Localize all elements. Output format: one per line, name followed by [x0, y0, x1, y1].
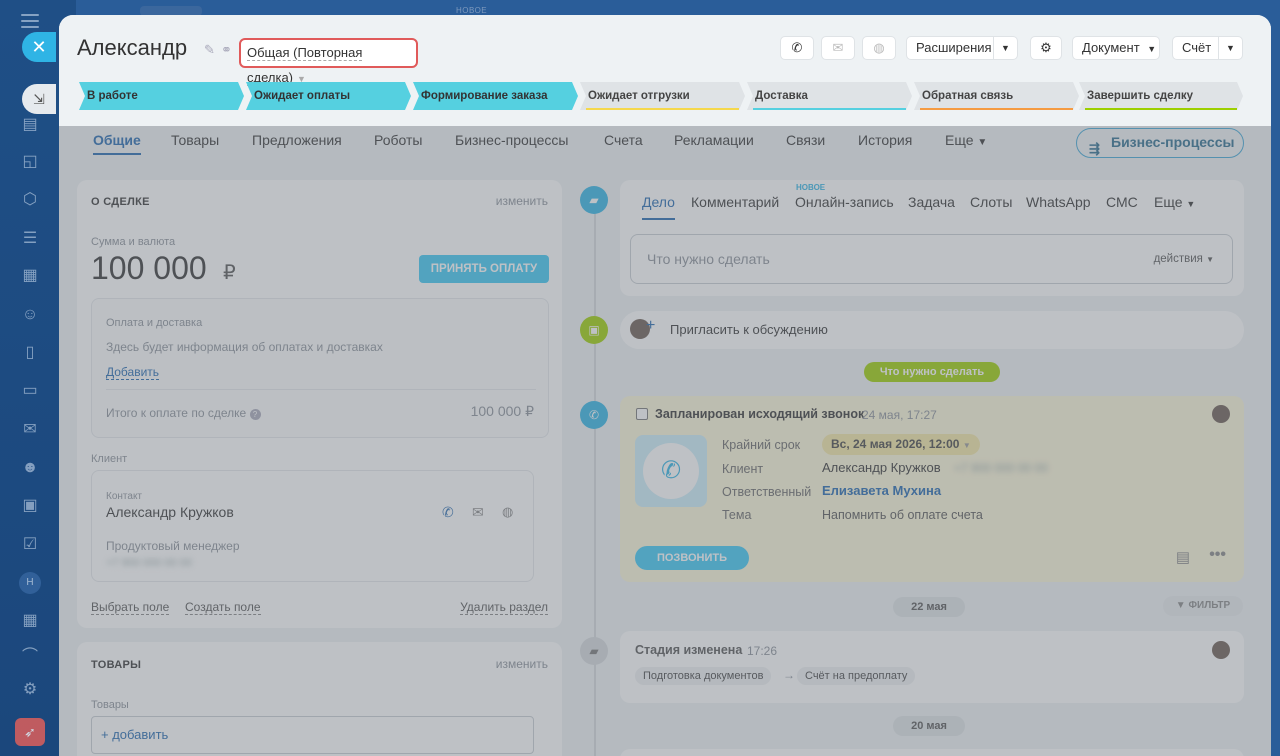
- extensions-button[interactable]: Расширения ▼: [906, 36, 1018, 60]
- stage-label: Доставка: [755, 90, 808, 102]
- mail-icon: ✉: [832, 40, 844, 55]
- gear-icon[interactable]: ⚙: [20, 680, 40, 700]
- chevron-down-icon[interactable]: ▼: [993, 37, 1017, 59]
- stage-label: Ожидает отгрузки: [588, 90, 690, 102]
- stage-color-bar: [1085, 108, 1237, 110]
- chevron-down-icon: ▼: [1147, 44, 1157, 54]
- stage-order-forming[interactable]: Формирование заказа: [413, 82, 578, 110]
- minimize-slider-button[interactable]: ⇲: [22, 84, 56, 114]
- avatar[interactable]: Н: [19, 572, 41, 594]
- phone-icon: ✆: [791, 40, 803, 55]
- stage-color-bar: [920, 108, 1073, 110]
- close-icon: ✕: [31, 37, 47, 57]
- collapse-icon[interactable]: ⌒: [20, 647, 40, 667]
- close-slider-button[interactable]: ✕: [22, 32, 56, 62]
- menu-icon[interactable]: [21, 14, 39, 28]
- minimize-icon: ⇲: [33, 91, 45, 107]
- chevron-down-icon[interactable]: ▼: [1218, 37, 1242, 59]
- card-icon[interactable]: ▭: [20, 381, 40, 401]
- stage-in-progress[interactable]: В работе: [79, 82, 244, 110]
- checkbox-icon[interactable]: ☑: [20, 535, 40, 555]
- document-label: Документ: [1082, 40, 1140, 55]
- settings-button[interactable]: ⚙: [1030, 36, 1062, 60]
- deal-header: Александр ✎ ⚭ Общая (Повторная сделка) ▼ …: [59, 15, 1271, 126]
- stage-bar: В работе Ожидает оплаты Формирование зак…: [79, 82, 1243, 112]
- background-new-label: НОВОЕ: [456, 6, 488, 15]
- users-icon[interactable]: ☻: [20, 458, 40, 478]
- hexagon-icon[interactable]: ⬡: [20, 190, 40, 210]
- calendar-icon[interactable]: ▦: [20, 266, 40, 286]
- document-button[interactable]: Документ ▼: [1072, 36, 1160, 60]
- invoice-button[interactable]: Счёт ▼: [1172, 36, 1243, 60]
- chat-icon: ◍: [873, 40, 885, 55]
- rocket-icon[interactable]: ➶: [15, 718, 45, 746]
- file-icon[interactable]: ▯: [20, 343, 40, 363]
- document-icon[interactable]: ▤: [20, 115, 40, 135]
- dim-overlay: [59, 126, 1271, 756]
- schedule-icon[interactable]: ▦: [20, 611, 40, 631]
- mail-icon[interactable]: ✉: [20, 420, 40, 440]
- presentation-icon[interactable]: ▣: [20, 496, 40, 516]
- chat-button[interactable]: ◍: [862, 36, 896, 60]
- email-button[interactable]: ✉: [821, 36, 855, 60]
- pencil-icon[interactable]: ✎: [204, 42, 215, 58]
- category-selector[interactable]: Общая (Повторная сделка) ▼: [239, 38, 418, 86]
- filter-icon[interactable]: ☰: [20, 229, 40, 249]
- stage-label: Завершить сделку: [1087, 90, 1194, 102]
- stage-color-bar: [753, 108, 906, 110]
- stage-label: Обратная связь: [922, 90, 1014, 102]
- gear-icon: ⚙: [1040, 40, 1052, 55]
- extensions-label: Расширения: [916, 40, 992, 55]
- call-button[interactable]: ✆: [780, 36, 814, 60]
- chat-icon[interactable]: ◱: [20, 152, 40, 172]
- robot-icon[interactable]: ☺: [20, 305, 40, 325]
- stage-finish-deal[interactable]: Завершить сделку: [1079, 82, 1243, 110]
- stage-awaiting-shipment[interactable]: Ожидает отгрузки: [580, 82, 745, 110]
- invoice-label: Счёт: [1182, 40, 1212, 55]
- deal-title[interactable]: Александр: [77, 35, 187, 61]
- stage-awaiting-payment[interactable]: Ожидает оплаты: [246, 82, 411, 110]
- stage-feedback[interactable]: Обратная связь: [914, 82, 1079, 110]
- stage-delivery[interactable]: Доставка: [747, 82, 912, 110]
- link-icon[interactable]: ⚭: [221, 42, 232, 58]
- stage-color-bar: [586, 108, 739, 110]
